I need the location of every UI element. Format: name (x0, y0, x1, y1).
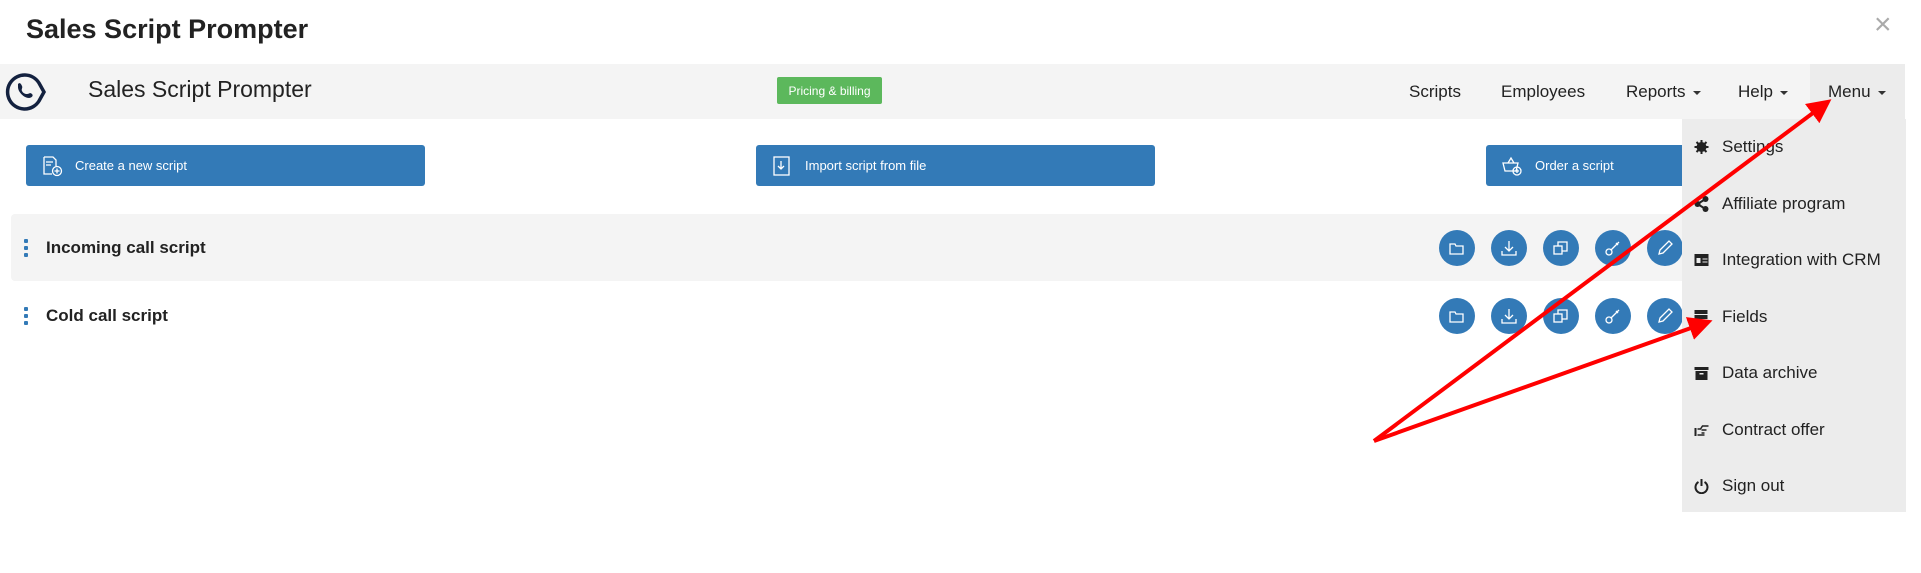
nav-menu[interactable]: Menu (1810, 64, 1905, 119)
power-icon (1694, 479, 1709, 495)
page-title: Sales Script Prompter (26, 14, 309, 44)
menu-item-label: Sign out (1722, 476, 1785, 496)
script-title[interactable]: Cold call script (46, 306, 168, 326)
hand-pointing-icon (1694, 425, 1709, 436)
menu-item-crm[interactable]: Integration with CRM (1682, 232, 1906, 289)
menu-item-label: Contract offer (1722, 419, 1825, 439)
order-script-label: Order a script (1535, 158, 1614, 173)
script-title[interactable]: Incoming call script (46, 238, 206, 258)
create-script-button[interactable]: Create a new script (26, 145, 425, 186)
import-script-label: Import script from file (805, 158, 927, 173)
caret-down-icon (1692, 90, 1701, 95)
key-icon[interactable] (1595, 229, 1631, 266)
basket-icon (1502, 156, 1522, 176)
drag-handle-icon[interactable] (24, 238, 28, 257)
new-document-icon (43, 155, 63, 176)
script-row[interactable]: Cold call script (11, 282, 1711, 349)
nav-menu-label: Menu (1828, 82, 1871, 101)
key-icon[interactable] (1595, 297, 1631, 334)
server-icon (1694, 309, 1708, 324)
logo-phone-icon[interactable] (4, 71, 47, 118)
menu-item-archive[interactable]: Data archive (1682, 345, 1906, 402)
download-icon[interactable] (1491, 229, 1527, 266)
caret-down-icon (1779, 90, 1788, 95)
drag-handle-icon[interactable] (24, 306, 28, 325)
gear-icon (1694, 140, 1709, 155)
nav-reports[interactable]: Reports (1626, 64, 1701, 119)
close-icon[interactable]: × (1874, 8, 1892, 42)
copy-icon[interactable] (1543, 297, 1579, 334)
menu-dropdown: Settings Affiliate program Integration w… (1682, 119, 1906, 512)
script-row[interactable]: Incoming call script (11, 214, 1711, 281)
nav-employees[interactable]: Employees (1501, 64, 1585, 119)
open-folder-icon[interactable] (1439, 297, 1475, 334)
menu-item-settings[interactable]: Settings (1682, 119, 1906, 176)
menu-item-label: Settings (1722, 137, 1784, 157)
menu-item-affiliate[interactable]: Affiliate program (1682, 176, 1906, 233)
menu-item-label: Affiliate program (1722, 193, 1846, 213)
nav-reports-label: Reports (1626, 82, 1686, 101)
app-header: Sales Script Prompter Pricing & billing … (0, 64, 1905, 119)
share-icon (1694, 195, 1709, 212)
menu-item-fields[interactable]: Fields (1682, 289, 1906, 346)
menu-item-label: Data archive (1722, 363, 1818, 383)
pricing-billing-badge[interactable]: Pricing & billing (777, 77, 882, 104)
archive-icon (1694, 367, 1709, 381)
app-name: Sales Script Prompter (88, 76, 312, 102)
import-file-icon (773, 155, 790, 176)
copy-icon[interactable] (1543, 229, 1579, 266)
nav-help[interactable]: Help (1738, 64, 1788, 119)
import-script-button[interactable]: Import script from file (756, 145, 1155, 186)
open-folder-icon[interactable] (1439, 229, 1475, 266)
caret-down-icon (1877, 90, 1886, 95)
nav-scripts[interactable]: Scripts (1409, 64, 1461, 119)
create-script-label: Create a new script (75, 158, 187, 173)
id-card-icon (1694, 254, 1709, 267)
nav-help-label: Help (1738, 82, 1773, 101)
menu-item-label: Integration with CRM (1722, 250, 1881, 270)
download-icon[interactable] (1491, 297, 1527, 334)
menu-item-sign-out[interactable]: Sign out (1682, 458, 1906, 515)
edit-pencil-icon[interactable] (1647, 229, 1683, 266)
menu-item-label: Fields (1722, 306, 1768, 326)
menu-item-contract[interactable]: Contract offer (1682, 402, 1906, 459)
edit-pencil-icon[interactable] (1647, 297, 1683, 334)
